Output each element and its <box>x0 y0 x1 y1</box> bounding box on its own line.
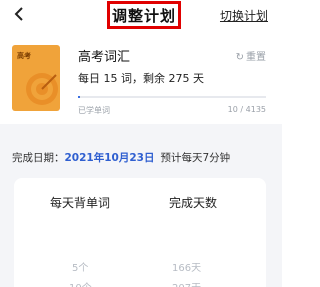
words-option[interactable]: 5个 <box>72 259 88 274</box>
days-option[interactable]: 207天 <box>172 279 201 287</box>
completion-date-label: 完成日期： <box>12 152 65 164</box>
learning-progress-fill <box>78 96 80 98</box>
completion-date-row: 完成日期：2021年10月23日 预计每天7分钟 <box>12 150 230 165</box>
book-card: 高考 高考词汇 ↻ 重置 每日 15 词，剩余 275 天 已学单词 10 / 4… <box>0 32 282 124</box>
adjust-plan-screen: 调整计划 切换计划 高考 高考词汇 ↻ 重置 每日 15 词，剩余 275 天 已… <box>0 0 282 287</box>
reset-label: 重置 <box>246 52 266 63</box>
book-name: 高考词汇 <box>78 50 131 65</box>
chevron-left-icon <box>14 7 23 21</box>
learned-words-label: 已学单词 <box>78 106 110 115</box>
learned-words-count: 10 / 4135 <box>227 105 266 114</box>
page-title: 调整计划 <box>111 6 176 25</box>
completion-date-value: 2021年10月23日 <box>64 152 155 164</box>
daily-time-estimate: 预计每天7分钟 <box>160 152 231 164</box>
switch-plan-link[interactable]: 切换计划 <box>220 7 268 24</box>
book-cover: 高考 <box>12 45 60 111</box>
days-option[interactable]: 166天 <box>172 259 201 274</box>
words-per-day-header: 每天背单词 <box>50 196 111 210</box>
page-title-highlight: 调整计划 <box>107 1 181 29</box>
daily-plan-text: 每日 15 词，剩余 275 天 <box>78 72 204 85</box>
words-option[interactable]: 10个 <box>69 279 92 287</box>
back-button[interactable] <box>13 5 29 25</box>
completion-days-header: 完成天数 <box>169 196 218 210</box>
nav-bar: 调整计划 切换计划 <box>0 0 282 32</box>
reset-button[interactable]: ↻ 重置 <box>236 48 266 63</box>
target-icon <box>26 73 58 105</box>
plan-picker: 每天背单词 完成天数 5个 166天 10个 207天 <box>14 178 266 287</box>
refresh-icon: ↻ <box>235 52 244 63</box>
learning-progress-bar <box>78 96 266 98</box>
